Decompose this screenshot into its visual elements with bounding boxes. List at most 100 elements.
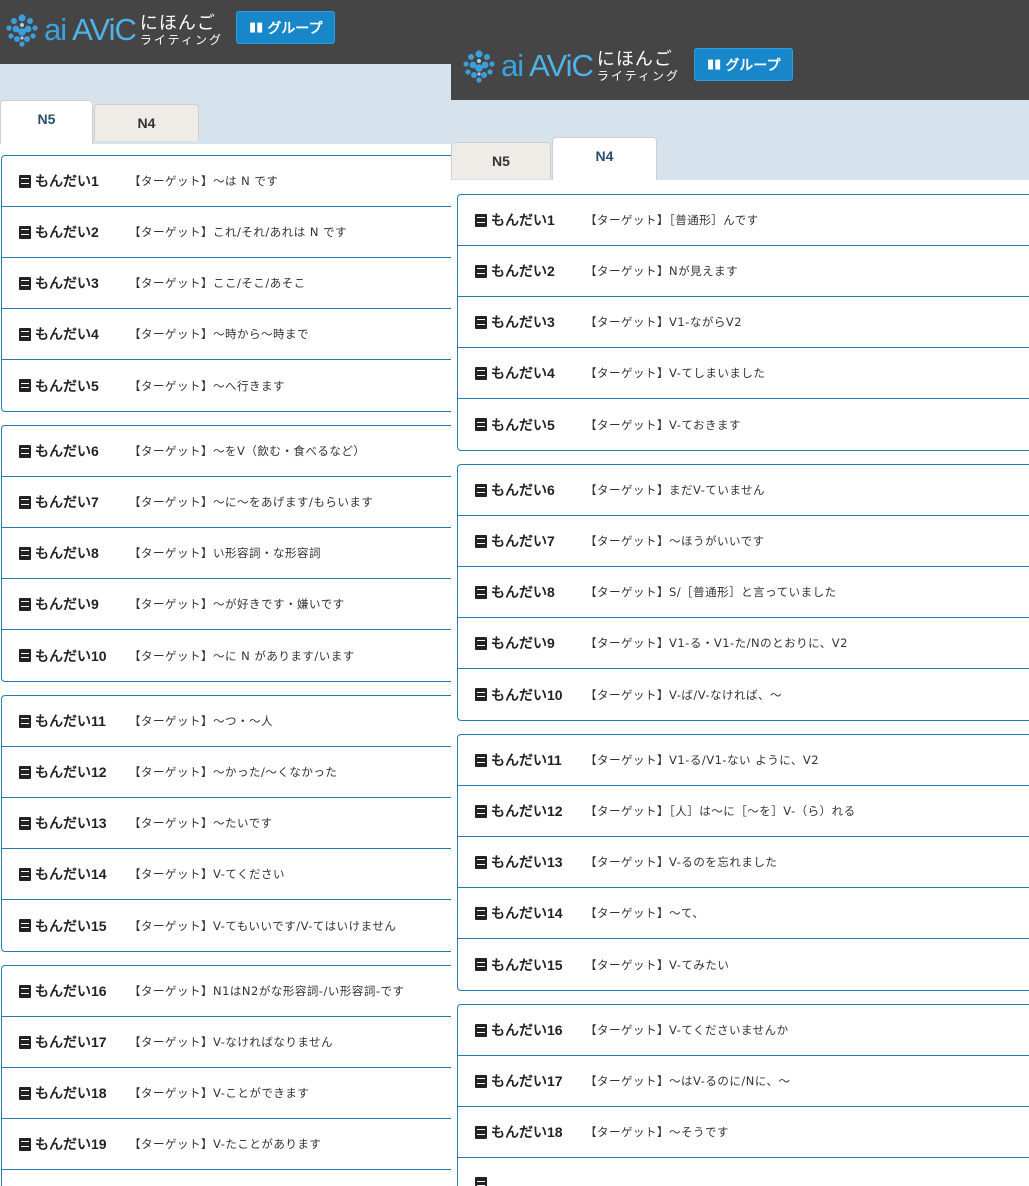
problem-row[interactable]: もんだい9 【ターゲット】V1-る・V1-た/Nのとおりに、V2 [458, 618, 1029, 669]
problem-row[interactable]: もんだい6 【ターゲット】まだV-ていません [458, 465, 1029, 516]
problem-target: 【ターゲット】V-てみたい [585, 957, 730, 972]
logo-wordmark: ai AViC [501, 46, 594, 86]
book-icon [475, 1074, 487, 1088]
problem-title: もんだい5 [35, 377, 99, 394]
problem-row[interactable]: もんだい2 【ターゲット】これ/それ/あれは N です [2, 207, 451, 258]
books-icon: ▮▮ [707, 57, 722, 72]
problem-title: もんだい13 [35, 815, 107, 831]
problem-target: 【ターゲット】V1-ながらV2 [585, 315, 743, 329]
problem-row[interactable]: もんだい5 【ターゲット】～へ行きます [2, 360, 451, 411]
problem-row[interactable]: もんだい16 【ターゲット】N1はN2がな形容詞-/い形容詞-です [2, 966, 451, 1017]
problem-row[interactable] [458, 1158, 1029, 1186]
problem-row[interactable]: もんだい4 【ターゲット】V-てしまいました [458, 348, 1029, 399]
tab-n5[interactable]: N5 [451, 142, 551, 179]
problem-title: もんだい2 [491, 263, 555, 279]
problem-target: 【ターゲット】V-ば/V-なければ、～ [585, 687, 783, 702]
problem-title: もんだい10 [35, 647, 107, 664]
tab-n4[interactable]: N4 [552, 137, 657, 181]
problem-row[interactable]: もんだい17 【ターゲット】～はV-るのに/Nに、～ [458, 1056, 1029, 1107]
site-logo[interactable]: ai AViC にほんご ライティング [459, 46, 680, 86]
problem-row[interactable]: もんだい3 【ターゲット】ここ/そこ/あそこ [2, 258, 451, 309]
book-icon [19, 597, 31, 611]
problem-row[interactable]: もんだい13 【ターゲット】V-るのを忘れました [458, 837, 1029, 888]
problem-title: もんだい1 [35, 173, 99, 189]
problem-target: 【ターゲット】～が好きです・嫌いです [129, 597, 345, 611]
logo-ai: ai [501, 48, 524, 83]
problem-target: 【ターゲット】N1はN2がな形容詞-/い形容詞-です [129, 984, 405, 998]
problem-row[interactable]: もんだい17 【ターゲット】V-なければなりません [2, 1017, 451, 1068]
problem-target: 【ターゲット】V1-る・V1-た/Nのとおりに、V2 [585, 636, 848, 650]
problem-target: 【ターゲット】V-なければなりません [129, 1035, 333, 1049]
problem-row[interactable]: もんだい11 【ターゲット】～つ・～人 [2, 696, 451, 747]
problem-target: 【ターゲット】～ほうがいいです [585, 534, 765, 548]
problem-title: もんだい17 [35, 1034, 107, 1050]
logo-jp-line2: ライティング [139, 32, 223, 47]
problem-row[interactable]: もんだい7 【ターゲット】～ほうがいいです [458, 516, 1029, 567]
problem-target: 【ターゲット】～は N です [129, 174, 279, 188]
problem-group: もんだい11 【ターゲット】～つ・～人 もんだい12 【ターゲット】～かった/～くなか… [1, 695, 451, 952]
problem-row[interactable]: もんだい11 【ターゲット】V1-る/V1-ない ように、V2 [458, 735, 1029, 786]
problem-title: もんだい11 [491, 752, 562, 768]
logo-jp-line1: にほんご [596, 48, 673, 70]
tab-n5[interactable]: N5 [0, 100, 93, 144]
problem-row[interactable]: もんだい6 【ターゲット】～をV（飲む・食べるなど） [2, 426, 451, 477]
problem-list: もんだい1 【ターゲット】～は N ですもんだい2 【ターゲット】これ/それ/あれは… [0, 144, 451, 1186]
problem-title: もんだい15 [491, 956, 563, 973]
site-logo[interactable]: ai AViC にほんご ライティング [2, 10, 223, 50]
problem-row[interactable] [2, 1170, 451, 1186]
book-icon [19, 919, 31, 932]
problem-target: 【ターゲット】これ/それ/あれは N です [129, 225, 348, 239]
problem-row[interactable]: もんだい15 【ターゲット】V-てもいいです/V-てはいけません [2, 900, 451, 951]
problem-row[interactable]: もんだい9 【ターゲット】～が好きです・嫌いです [2, 579, 451, 630]
problem-row[interactable]: もんだい13 【ターゲット】～たいです [2, 798, 451, 849]
problem-row[interactable]: もんだい12 【ターゲット】［人］は～に［～を］V-（ら）れる [458, 786, 1029, 837]
problem-row[interactable]: もんだい5 【ターゲット】V-ておきます [458, 399, 1029, 450]
tab-n4[interactable]: N4 [94, 104, 199, 141]
problem-row[interactable]: もんだい12 【ターゲット】～かった/～くなかった [2, 747, 451, 798]
problem-title: もんだい10 [491, 686, 563, 703]
logo-avic: AViC [529, 48, 594, 83]
problem-row[interactable]: もんだい2 【ターゲット】Nが見えます [458, 246, 1029, 297]
problem-row[interactable]: もんだい19 【ターゲット】V-たことがあります [2, 1119, 451, 1170]
problem-row[interactable]: もんだい10 【ターゲット】～に N があります/います [2, 630, 451, 681]
problem-target: 【ターゲット】～たいです [129, 816, 273, 830]
problem-row[interactable]: もんだい1 【ターゲット】～は N です [2, 156, 451, 207]
logo-japanese: にほんご ライティング [139, 12, 223, 47]
problem-target: 【ターゲット】V-てもいいです/V-てはいけません [129, 918, 397, 933]
logo-jp-line1: にほんご [139, 12, 216, 34]
group-button[interactable]: ▮▮ グループ [236, 11, 336, 44]
logo-japanese: にほんご ライティング [596, 48, 680, 82]
book-icon [475, 636, 487, 650]
problem-row[interactable]: もんだい15 【ターゲット】V-てみたい [458, 939, 1029, 990]
problem-row[interactable]: もんだい18 【ターゲット】V-ことができます [2, 1068, 451, 1119]
problem-title: もんだい4 [491, 365, 555, 381]
book-icon [19, 1086, 31, 1100]
problem-group: もんだい1 【ターゲット】［普通形］んです もんだい2 【ターゲット】Nが見えます もん… [457, 194, 1029, 451]
problem-target: 【ターゲット】V-てください [129, 867, 285, 881]
problem-title: もんだい9 [491, 635, 555, 651]
problem-row[interactable]: もんだい4 【ターゲット】～時から～時まで [2, 309, 451, 360]
problem-row[interactable]: もんだい3 【ターゲット】V1-ながらV2 [458, 297, 1029, 348]
problem-title: もんだい7 [491, 533, 555, 549]
problem-title: もんだい8 [35, 545, 99, 561]
problem-row[interactable]: もんだい1 【ターゲット】［普通形］んです [458, 195, 1029, 246]
group-button[interactable]: ▮▮ グループ [694, 48, 794, 81]
logo-avic: AViC [72, 12, 137, 47]
problem-row[interactable]: もんだい18 【ターゲット】～そうです [458, 1107, 1029, 1158]
problem-row[interactable]: もんだい7 【ターゲット】～に～をあげます/もらいます [2, 477, 451, 528]
problem-target: 【ターゲット】～に N があります/います [129, 648, 355, 663]
problem-row[interactable]: もんだい8 【ターゲット】い形容詞・な形容詞 [2, 528, 451, 579]
level-tabs: N5 N4 [451, 100, 1029, 181]
problem-title: もんだい15 [35, 917, 107, 934]
problem-row[interactable]: もんだい14 【ターゲット】V-てください [2, 849, 451, 900]
book-icon [475, 906, 487, 920]
problem-row[interactable]: もんだい10 【ターゲット】V-ば/V-なければ、～ [458, 669, 1029, 720]
problem-target: 【ターゲット】～に～をあげます/もらいます [129, 495, 374, 509]
book-icon [475, 688, 487, 701]
problem-row[interactable]: もんだい14 【ターゲット】～て、 [458, 888, 1029, 939]
problem-target: 【ターゲット】V-てしまいました [585, 366, 766, 380]
problem-row[interactable]: もんだい8 【ターゲット】S/［普通形］と言っていました [458, 567, 1029, 618]
book-icon [475, 1177, 487, 1186]
app-header: ai AViC にほんご ライティング ▮▮ グループ [0, 0, 451, 64]
problem-row[interactable]: もんだい16 【ターゲット】V-てくださいませんか [458, 1005, 1029, 1056]
